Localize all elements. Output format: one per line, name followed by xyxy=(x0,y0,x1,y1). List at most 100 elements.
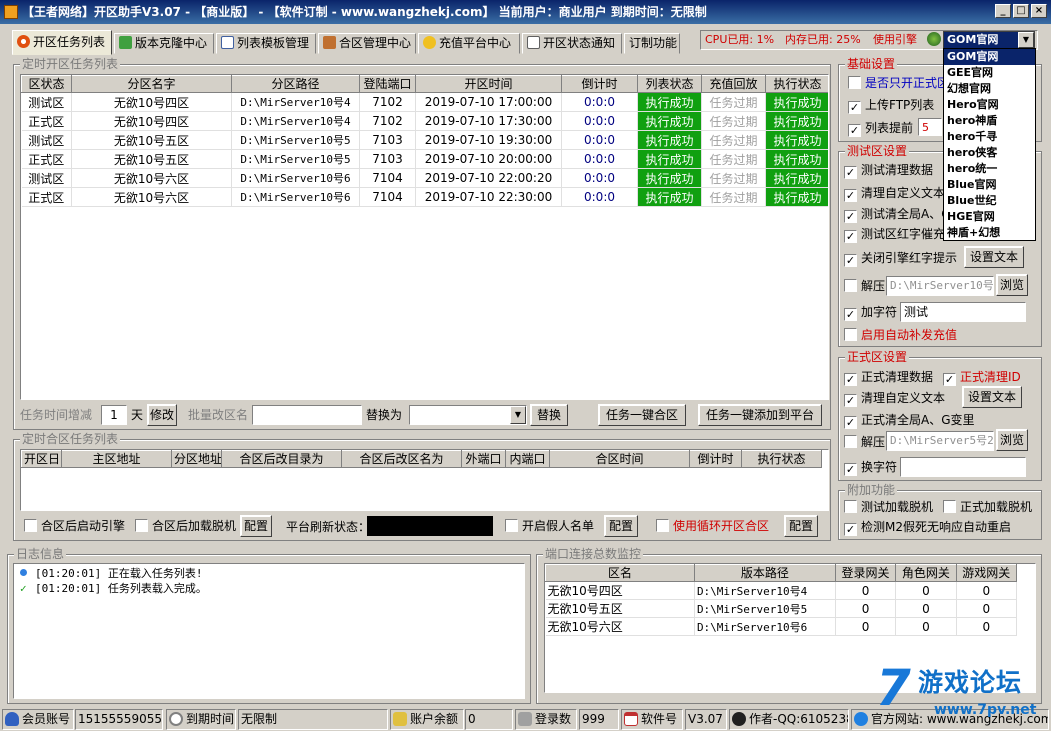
test-add-char-input[interactable]: 测试 xyxy=(900,302,1026,322)
website-panel[interactable]: 官方网站: www.wangzhekj.com xyxy=(851,709,1049,730)
test-clear-data-checkbox[interactable]: ✓ 测试清理数据 xyxy=(844,163,933,179)
engine-option[interactable]: hero神盾 xyxy=(944,113,1035,129)
column-header[interactable]: 列表状态 xyxy=(637,75,702,93)
column-header[interactable]: 合区后改目录为 xyxy=(221,450,342,468)
column-header[interactable]: 区名 xyxy=(545,564,695,582)
tab-status-notify[interactable]: 开区状态通知 xyxy=(522,33,622,54)
official-unzip-path-input[interactable]: D:\MirServer5号2\ xyxy=(886,431,994,451)
merge-load-offline-checkbox[interactable]: 合区后加载脱机 xyxy=(135,519,236,533)
detect-m2-checkbox[interactable]: ✓ 检测M2假死无响应自动重启 xyxy=(844,520,1011,536)
engine-option[interactable]: GEE官网 xyxy=(944,65,1035,81)
column-header[interactable]: 登录网关 xyxy=(834,564,897,582)
table-row[interactable]: 无欲10号四区 D:\MirServer10号4 0 0 0 xyxy=(545,581,1018,600)
replace-button[interactable]: 替换 xyxy=(530,404,568,426)
one-click-merge-button[interactable]: 任务一键合区 xyxy=(598,404,686,426)
engine-option[interactable]: hero侠客 xyxy=(944,145,1035,161)
test-clear-global-checkbox[interactable]: ✓ 测试清全局A、G xyxy=(844,207,951,223)
column-header[interactable]: 游戏网关 xyxy=(955,564,1018,582)
column-header[interactable]: 分区名字 xyxy=(71,75,232,93)
title-bar[interactable]: 【王者网络】开区助手V3.07 - 【商业版】 - 【软件订制 - www.wa… xyxy=(0,0,1051,24)
engine-option[interactable]: GOM官网 xyxy=(944,49,1035,65)
merge-table-container[interactable]: 开区日 主区地址 分区地址 合区后改目录为 合区后改区名为 外端口 内端口 合区时间 倒计时 执行… xyxy=(20,449,829,511)
time-adjust-input[interactable]: 1 xyxy=(101,405,127,425)
official-clear-custom-text-checkbox[interactable]: ✓ 清理自定义文本 xyxy=(844,391,945,407)
table-row[interactable]: 测试区 无欲10号六区 D:\MirServer10号6 7104 2019-07-10… xyxy=(21,168,828,188)
column-header[interactable]: 合区时间 xyxy=(549,450,690,468)
log-box[interactable]: [01:20:01] 正在载入任务列表! ✓ [01:20:01] 任务列表载入完… xyxy=(13,563,525,699)
chevron-down-icon[interactable]: ▼ xyxy=(510,406,526,424)
engine-option[interactable]: HGE官网 xyxy=(944,209,1035,225)
column-header[interactable]: 充值回放 xyxy=(701,75,766,93)
column-header[interactable]: 开区时间 xyxy=(415,75,562,93)
official-unzip-checkbox[interactable]: 解压 xyxy=(844,435,885,449)
column-header[interactable]: 内端口 xyxy=(505,450,550,468)
column-header[interactable]: 登陆端口 xyxy=(359,75,416,93)
author-panel[interactable]: 作者-QQ:6105238 xyxy=(729,709,849,730)
tab-custom[interactable]: 订制功能 xyxy=(624,33,680,54)
column-header[interactable]: 分区路径 xyxy=(231,75,360,93)
column-header[interactable]: 区状态 xyxy=(21,75,72,93)
column-header[interactable]: 执行状态 xyxy=(765,75,828,93)
test-unzip-checkbox[interactable]: 解压 xyxy=(844,279,885,293)
official-load-offline-checkbox[interactable]: 正式加载脱机 xyxy=(943,500,1032,514)
table-row[interactable]: 正式区 无欲10号四区 D:\MirServer10号4 7102 2019-07-10… xyxy=(21,111,828,131)
official-clear-global-checkbox[interactable]: ✓ 正式清全局A、G变里 xyxy=(844,413,975,429)
auto-recharge-checkbox[interactable]: 启用自动补发充值 xyxy=(844,328,957,342)
tab-list-template[interactable]: 列表模板管理 xyxy=(216,33,316,54)
modify-button[interactable]: 修改 xyxy=(147,404,177,426)
column-header[interactable]: 倒计时 xyxy=(561,75,638,93)
port-table-container[interactable]: 区名 版本路径 登录网关 角色网关 游戏网关 无欲10号四区 D:\MirServer10… xyxy=(544,563,1036,693)
list-ahead-checkbox[interactable]: ✓ 列表提前 xyxy=(848,121,913,137)
fake-list-checkbox[interactable]: 开启假人名单 xyxy=(505,519,594,533)
cycle-config-button[interactable]: 配置 xyxy=(784,515,818,537)
merge-start-engine-checkbox[interactable]: 合区后启动引擎 xyxy=(24,519,125,533)
list-ahead-input[interactable]: 5 xyxy=(918,118,942,136)
table-row[interactable]: 无欲10号五区 D:\MirServer10号5 0 0 0 xyxy=(545,599,1018,618)
table-row[interactable]: 正式区 无欲10号五区 D:\MirServer10号5 7103 2019-07-10… xyxy=(21,149,828,169)
test-clear-custom-text-checkbox[interactable]: ✓ 清理自定义文本 xyxy=(844,186,945,202)
test-load-offline-checkbox[interactable]: 测试加载脱机 xyxy=(844,500,933,514)
tab-merge-center[interactable]: 合区管理中心 xyxy=(318,33,416,54)
engine-option[interactable]: Hero官网 xyxy=(944,97,1035,113)
close-engine-tip-checkbox[interactable]: ✓ 关闭引擎红字提示 xyxy=(844,251,957,267)
engine-option[interactable]: 神盾+幻想 xyxy=(944,225,1035,241)
merge-config-button[interactable]: 配置 xyxy=(240,515,272,537)
engine-option[interactable]: Blue官网 xyxy=(944,177,1035,193)
column-header[interactable]: 角色网关 xyxy=(895,564,957,582)
column-header[interactable]: 外端口 xyxy=(461,450,506,468)
test-red-text-checkbox[interactable]: ✓ 测试区红字催充 xyxy=(844,227,945,243)
official-browse-button[interactable]: 浏览 xyxy=(996,429,1028,451)
column-header[interactable]: 开区日 xyxy=(21,450,62,468)
column-header[interactable]: 版本路径 xyxy=(693,564,836,582)
engine-option[interactable]: hero千寻 xyxy=(944,129,1035,145)
tab-version-clone[interactable]: 版本克隆中心 xyxy=(114,33,214,54)
chevron-down-icon[interactable]: ▼ xyxy=(1018,32,1034,48)
column-header[interactable]: 分区地址 xyxy=(171,450,222,468)
column-header[interactable]: 执行状态 xyxy=(741,450,822,468)
official-replace-char-checkbox[interactable]: ✓ 换字符 xyxy=(844,460,897,476)
official-set-text-button[interactable]: 设置文本 xyxy=(962,386,1022,408)
engine-option[interactable]: hero统一 xyxy=(944,161,1035,177)
fake-list-config-button[interactable]: 配置 xyxy=(604,515,638,537)
engine-option[interactable]: Blue世纪 xyxy=(944,193,1035,209)
tab-task-list[interactable]: 开区任务列表 xyxy=(12,30,112,55)
close-button[interactable]: × xyxy=(1031,4,1047,18)
replace-with-select[interactable]: ▼ xyxy=(409,405,527,425)
engine-select[interactable]: GOM官网 ▼ xyxy=(943,31,1035,49)
column-header[interactable]: 合区后改区名为 xyxy=(341,450,462,468)
official-clear-data-checkbox[interactable]: ✓ 正式清理数据 xyxy=(844,370,933,386)
column-header[interactable]: 主区地址 xyxy=(61,450,172,468)
table-row[interactable]: 测试区 无欲10号五区 D:\MirServer10号5 7103 2019-07-10… xyxy=(21,130,828,150)
engine-option[interactable]: 幻想官网 xyxy=(944,81,1035,97)
official-replace-char-input[interactable] xyxy=(900,457,1026,477)
official-clear-id-checkbox[interactable]: ✓ 正式清理ID xyxy=(943,370,1021,386)
upload-ftp-checkbox[interactable]: ✓ 上传FTP列表 xyxy=(848,98,934,114)
maximize-button[interactable]: □ xyxy=(1013,4,1029,18)
open-official-only-checkbox[interactable]: 是否只开正式区 xyxy=(848,76,949,90)
batch-rename-input[interactable] xyxy=(252,405,362,425)
column-header[interactable]: 倒计时 xyxy=(689,450,742,468)
test-set-text-button[interactable]: 设置文本 xyxy=(964,246,1024,268)
task-table-container[interactable]: 区状态 分区名字 分区路径 登陆端口 开区时间 倒计时 列表状态 充值回放 执行状态 测试区 无欲… xyxy=(20,74,829,400)
engine-dropdown-list[interactable]: GOM官网 GEE官网 幻想官网 Hero官网 hero神盾 hero千寻 hero侠客 he… xyxy=(943,48,1036,241)
cycle-open-merge-checkbox[interactable]: 使用循环开区合区 xyxy=(656,519,769,533)
